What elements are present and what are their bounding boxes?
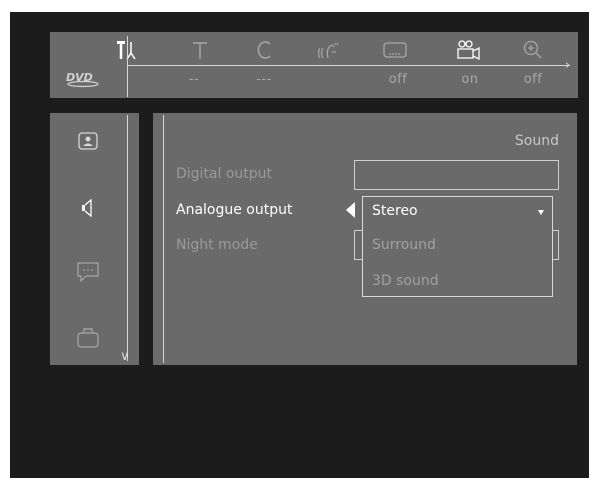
title-icon[interactable] — [187, 38, 213, 62]
chevron-down-icon — [538, 210, 544, 215]
subtitle-icon[interactable] — [382, 38, 408, 62]
menu-divider-line — [127, 65, 570, 66]
angle-value: on — [461, 72, 479, 87]
angle-icon[interactable] — [456, 38, 482, 62]
selection-pointer-icon — [346, 202, 355, 218]
main-panel-divider — [163, 115, 164, 363]
digital-output-field[interactable] — [354, 160, 559, 190]
picture-settings-icon[interactable] — [74, 129, 102, 155]
analogue-output-label[interactable]: Analogue output — [176, 202, 292, 218]
dropdown-option-surround[interactable]: Surround — [372, 237, 436, 253]
menu-divider-vertical — [127, 36, 128, 97]
settings-sidebar: ∨ — [50, 113, 139, 365]
chapter-icon[interactable] — [252, 38, 278, 62]
night-mode-label[interactable]: Night mode — [176, 237, 258, 253]
sound-settings-icon[interactable] — [74, 195, 102, 221]
audio-icon[interactable] — [315, 38, 341, 62]
settings-main-panel: Sound Digital output Analogue output Nig… — [153, 113, 577, 365]
top-menu-bar: › DVD -- --- off on off — [50, 32, 578, 98]
section-title: Sound — [514, 133, 559, 149]
sidebar-scroll-line — [127, 115, 128, 361]
analogue-output-dropdown[interactable]: Stereo Surround 3D sound — [362, 196, 553, 297]
dropdown-option-3d-sound[interactable]: 3D sound — [372, 273, 439, 289]
title-value: -- — [188, 72, 200, 87]
digital-output-label[interactable]: Digital output — [176, 166, 272, 182]
chapter-value: --- — [256, 72, 272, 87]
features-settings-icon[interactable] — [74, 325, 102, 351]
language-settings-icon[interactable] — [74, 259, 102, 285]
dvd-logo: DVD — [66, 71, 99, 88]
arrow-right-icon: › — [565, 58, 571, 73]
dropdown-option-stereo[interactable]: Stereo — [372, 203, 418, 219]
zoom-icon[interactable] — [520, 38, 546, 62]
zoom-value: off — [523, 72, 543, 87]
arrow-down-icon[interactable]: ∨ — [120, 349, 130, 364]
subtitle-value: off — [388, 72, 408, 87]
